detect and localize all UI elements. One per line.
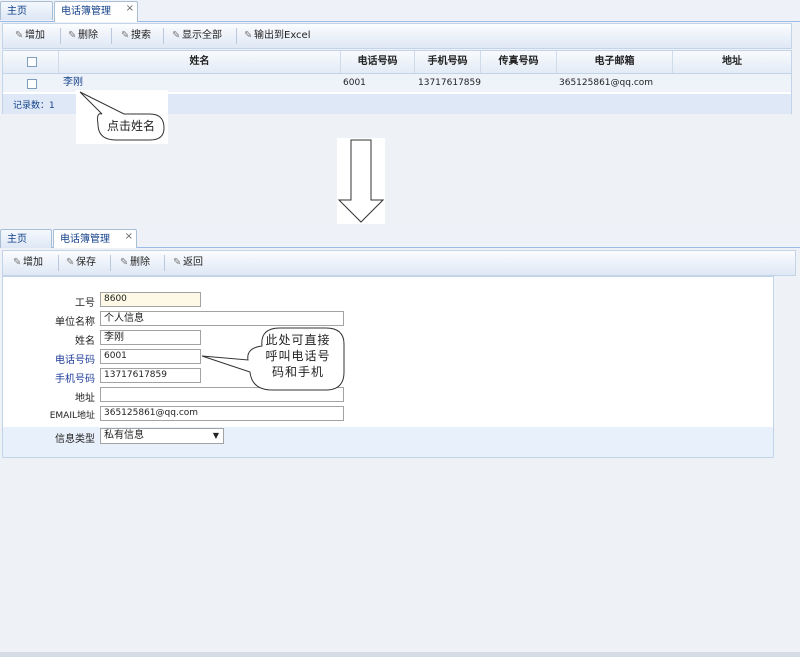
address-label: 地址 — [75, 393, 95, 404]
bottom-toolbar: ✎ 增加 ✎ 保存 ✎ 删除 ✎ 返回 — [2, 250, 796, 276]
col-phone[interactable]: 电话号码 — [341, 51, 415, 73]
show-all-button[interactable]: ✎ 显示全部 — [172, 29, 222, 43]
bottom-tab-phonebook[interactable]: 电话簿管理 × — [53, 229, 137, 248]
tab-home-label: 主页 — [7, 6, 27, 17]
col-email[interactable]: 电子邮箱 — [557, 51, 673, 73]
add-button[interactable]: ✎ 增加 — [13, 256, 43, 270]
mobile-field[interactable]: 13717617859 — [100, 368, 201, 383]
top-tab-phonebook[interactable]: 电话簿管理 × — [54, 1, 138, 22]
col-address[interactable]: 地址 — [673, 51, 791, 73]
phone-label[interactable]: 电话号码 — [13, 351, 95, 366]
delete-button[interactable]: ✎ 删除 — [68, 29, 98, 43]
close-icon[interactable]: × — [126, 0, 134, 18]
emp-id-label: 工号 — [75, 298, 95, 309]
pencil-icon: ✎ — [66, 257, 75, 268]
pencil-icon: ✎ — [172, 30, 181, 41]
pencil-icon: ✎ — [15, 30, 24, 41]
email-field[interactable]: 365125861@qq.com — [100, 406, 344, 421]
col-name[interactable]: 姓名 — [59, 51, 341, 73]
name-label: 姓名 — [75, 336, 95, 347]
pencil-icon: ✎ — [68, 30, 77, 41]
mobile-label[interactable]: 手机号码 — [13, 370, 95, 385]
bottom-tab-bar: 主页 电话簿管理 × — [0, 228, 800, 248]
grid-header: 姓名 电话号码 手机号码 传真号码 电子邮箱 地址 — [3, 51, 791, 74]
tab-phonebook-label: 电话簿管理 — [61, 6, 111, 17]
unit-field[interactable]: 个人信息 — [100, 311, 344, 326]
bottom-tab-home[interactable]: 主页 — [0, 229, 52, 248]
name-field[interactable]: 李刚 — [100, 330, 201, 345]
row-checkbox[interactable] — [27, 79, 37, 89]
select-all-cell — [3, 51, 59, 73]
info-type-label: 信息类型 — [55, 434, 95, 445]
record-count: 记录数：1 — [13, 101, 55, 111]
close-icon[interactable]: × — [125, 227, 133, 246]
pencil-icon: ✎ — [121, 30, 130, 41]
contact-form: 工号 8600 单位名称 个人信息 姓名 李刚 电话号码 6001 手机号码 1… — [2, 276, 774, 458]
add-button[interactable]: ✎ 增加 — [15, 29, 45, 43]
back-button[interactable]: ✎ 返回 — [173, 256, 203, 270]
col-fax[interactable]: 传真号码 — [481, 51, 557, 73]
pencil-icon: ✎ — [13, 257, 22, 268]
pencil-icon: ✎ — [173, 257, 182, 268]
delete-button[interactable]: ✎ 删除 — [120, 256, 150, 270]
unit-label: 单位名称 — [55, 317, 95, 328]
export-excel-button[interactable]: ✎ 输出到Excel — [244, 29, 311, 43]
search-button[interactable]: ✎ 搜索 — [121, 29, 151, 43]
dropdown-arrow-icon: ▼ — [212, 431, 219, 440]
pencil-icon: ✎ — [120, 257, 129, 268]
bottom-edge — [0, 652, 800, 657]
mobile-cell: 13717617859 — [418, 78, 481, 88]
top-tab-bar: 主页 电话簿管理 × — [0, 0, 800, 22]
select-all-checkbox[interactable] — [27, 57, 37, 67]
email-label: EMAIL地址 — [49, 411, 95, 421]
callout-text: 此处可直接 呼叫电话号 码和手机 — [265, 333, 331, 379]
save-button[interactable]: ✎ 保存 — [66, 256, 96, 270]
callout-text: 点击姓名 — [106, 119, 155, 133]
phone-cell: 6001 — [343, 78, 366, 88]
down-arrow-icon — [337, 138, 385, 224]
emp-id-field[interactable]: 8600 — [100, 292, 201, 307]
top-toolbar: ✎ 增加 ✎ 删除 ✎ 搜索 ✎ 显示全部 ✎ 输出到Excel — [2, 23, 792, 49]
pencil-icon: ✎ — [244, 30, 253, 41]
col-mobile[interactable]: 手机号码 — [415, 51, 481, 73]
email-cell: 365125861@qq.com — [559, 78, 654, 88]
phone-field[interactable]: 6001 — [100, 349, 201, 364]
info-type-select[interactable]: 私有信息 ▼ — [100, 428, 224, 444]
top-tab-home[interactable]: 主页 — [0, 1, 53, 20]
